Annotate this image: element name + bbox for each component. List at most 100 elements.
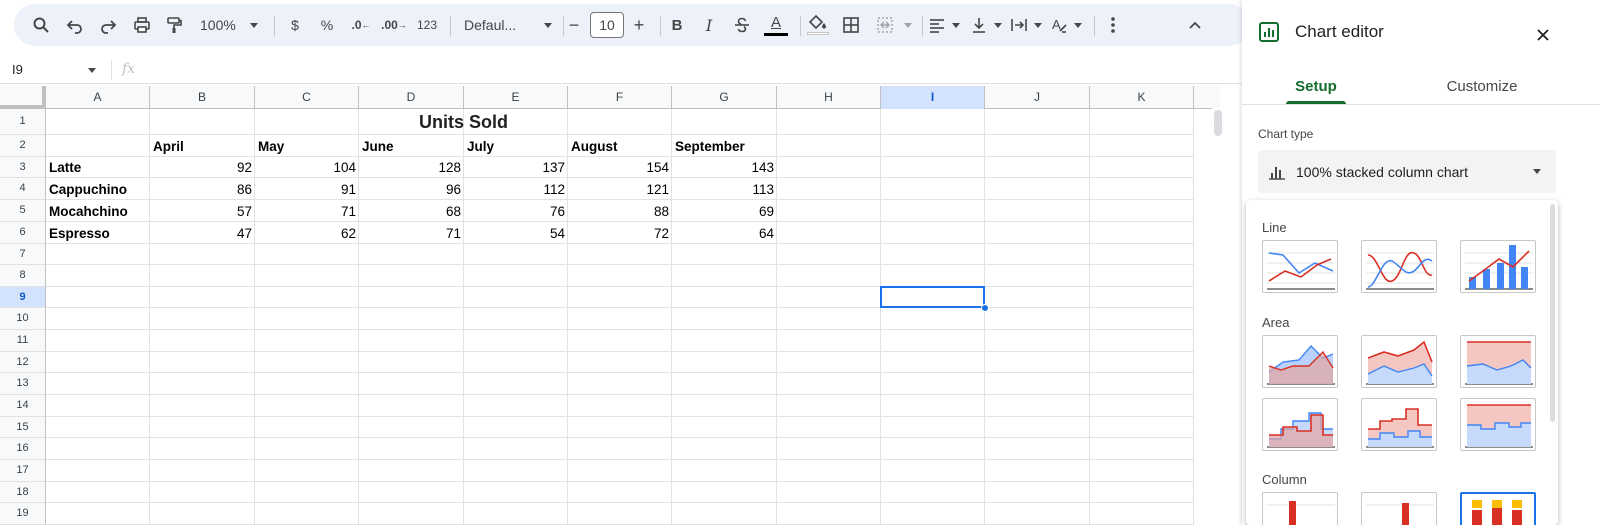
print-icon[interactable]	[129, 10, 155, 40]
select-all-corner[interactable]	[0, 86, 46, 109]
row-header-13[interactable]: 13	[0, 373, 46, 395]
value-cell[interactable]: 113	[672, 178, 777, 200]
borders-icon[interactable]	[838, 10, 864, 40]
more-options-icon[interactable]	[1100, 10, 1126, 40]
value-cell[interactable]: 71	[359, 222, 464, 244]
row-header-8[interactable]: 8	[0, 265, 46, 287]
month-header-cell[interactable]: April	[150, 135, 255, 157]
stacked-stepped-area-chart-option[interactable]	[1361, 398, 1437, 451]
value-cell[interactable]: 92	[150, 157, 255, 178]
horizontal-align-icon[interactable]	[926, 10, 962, 40]
column-header-f[interactable]: F	[568, 86, 672, 109]
currency-format-button[interactable]: $	[282, 10, 308, 40]
row-header-1[interactable]: 1	[0, 109, 46, 135]
row-header-17[interactable]: 17	[0, 460, 46, 482]
value-cell[interactable]: 143	[672, 157, 777, 178]
fill-handle[interactable]	[981, 304, 989, 312]
value-cell[interactable]: 62	[255, 222, 359, 244]
value-cell[interactable]: 86	[150, 178, 255, 200]
value-cell[interactable]: 76	[464, 200, 568, 222]
bold-button[interactable]: B	[664, 10, 690, 40]
value-cell[interactable]: 137	[464, 157, 568, 178]
row-header-19[interactable]: 19	[0, 503, 46, 525]
stepped-area-chart-option[interactable]	[1262, 398, 1338, 451]
column-header-k[interactable]: K	[1090, 86, 1194, 109]
italic-button[interactable]: I	[696, 10, 722, 40]
month-header-cell[interactable]: June	[359, 135, 464, 157]
zoom-select[interactable]: 100%	[194, 10, 264, 40]
combo-chart-option[interactable]	[1460, 240, 1536, 293]
row-header-12[interactable]: 12	[0, 352, 46, 373]
100-stacked-area-chart-option[interactable]	[1460, 335, 1536, 388]
column-header-a[interactable]: A	[46, 86, 150, 109]
row-header-15[interactable]: 15	[0, 417, 46, 438]
row-header-3[interactable]: 3	[0, 157, 46, 178]
redo-icon[interactable]	[95, 10, 121, 40]
increase-font-size-button[interactable]: +	[627, 10, 651, 40]
product-name-cell[interactable]: Mocahchino	[46, 200, 150, 222]
text-rotation-icon[interactable]: A	[1048, 10, 1084, 40]
number-format-button[interactable]: 123	[414, 10, 440, 40]
value-cell[interactable]: 47	[150, 222, 255, 244]
decrease-font-size-button[interactable]: −	[562, 10, 586, 40]
row-header-6[interactable]: 6	[0, 222, 46, 244]
value-cell[interactable]: 88	[568, 200, 672, 222]
vertical-align-icon[interactable]	[968, 10, 1004, 40]
row-header-10[interactable]: 10	[0, 308, 46, 330]
row-header-7[interactable]: 7	[0, 244, 46, 265]
column-header-c[interactable]: C	[255, 86, 359, 109]
value-cell[interactable]: 54	[464, 222, 568, 244]
value-cell[interactable]: 104	[255, 157, 359, 178]
font-family-select[interactable]: Defaul...	[458, 10, 558, 40]
merge-cells-icon[interactable]	[872, 10, 916, 40]
product-name-cell[interactable]: Latte	[46, 157, 150, 178]
tab-customize[interactable]: Customize	[1440, 78, 1524, 95]
fill-color-icon[interactable]	[804, 10, 832, 40]
row-header-5[interactable]: 5	[0, 200, 46, 222]
value-cell[interactable]: 57	[150, 200, 255, 222]
smooth-line-chart-option[interactable]	[1361, 240, 1437, 293]
row-header-18[interactable]: 18	[0, 482, 46, 503]
formula-input[interactable]	[150, 61, 1240, 79]
column-header-h[interactable]: H	[777, 86, 881, 109]
font-size-input[interactable]: 10	[590, 12, 624, 38]
value-cell[interactable]: 154	[568, 157, 672, 178]
strikethrough-icon[interactable]	[729, 10, 755, 40]
chevron-down-icon[interactable]	[88, 68, 96, 73]
value-cell[interactable]: 112	[464, 178, 568, 200]
row-header-9[interactable]: 9	[0, 287, 46, 308]
month-header-cell[interactable]: August	[568, 135, 672, 157]
row-header-16[interactable]: 16	[0, 438, 46, 460]
row-header-14[interactable]: 14	[0, 395, 46, 417]
search-menus-icon[interactable]	[28, 10, 54, 40]
column-header-j[interactable]: J	[985, 86, 1090, 109]
collapse-toolbar-icon[interactable]	[1182, 10, 1208, 40]
row-header-4[interactable]: 4	[0, 178, 46, 200]
100-stacked-column-chart-option[interactable]	[1460, 492, 1536, 525]
column-header-b[interactable]: B	[150, 86, 255, 109]
month-header-cell[interactable]: May	[255, 135, 359, 157]
product-name-cell[interactable]: Espresso	[46, 222, 150, 244]
value-cell[interactable]: 91	[255, 178, 359, 200]
column-header-i[interactable]: I	[881, 86, 985, 109]
tab-setup[interactable]: Setup	[1280, 78, 1352, 95]
stacked-area-chart-option[interactable]	[1361, 335, 1437, 388]
area-chart-option[interactable]	[1262, 335, 1338, 388]
line-chart-option[interactable]	[1262, 240, 1338, 293]
close-icon[interactable]	[1532, 24, 1554, 46]
column-chart-option[interactable]	[1262, 492, 1338, 525]
value-cell[interactable]: 64	[672, 222, 777, 244]
column-header-g[interactable]: G	[672, 86, 777, 109]
dropdown-scrollbar-thumb[interactable]	[1550, 204, 1555, 422]
percent-format-button[interactable]: %	[314, 10, 340, 40]
value-cell[interactable]: 72	[568, 222, 672, 244]
selected-cell-outline[interactable]	[880, 286, 985, 308]
paint-format-icon[interactable]	[161, 10, 187, 40]
value-cell[interactable]: 96	[359, 178, 464, 200]
product-name-cell[interactable]: Cappuchino	[46, 178, 150, 200]
sheet-title-cell[interactable]: Units Sold	[150, 109, 777, 135]
value-cell[interactable]: 128	[359, 157, 464, 178]
chart-type-select[interactable]: 100% stacked column chart	[1258, 150, 1556, 193]
value-cell[interactable]: 68	[359, 200, 464, 222]
decrease-decimal-button[interactable]: .0 ←	[347, 10, 375, 40]
